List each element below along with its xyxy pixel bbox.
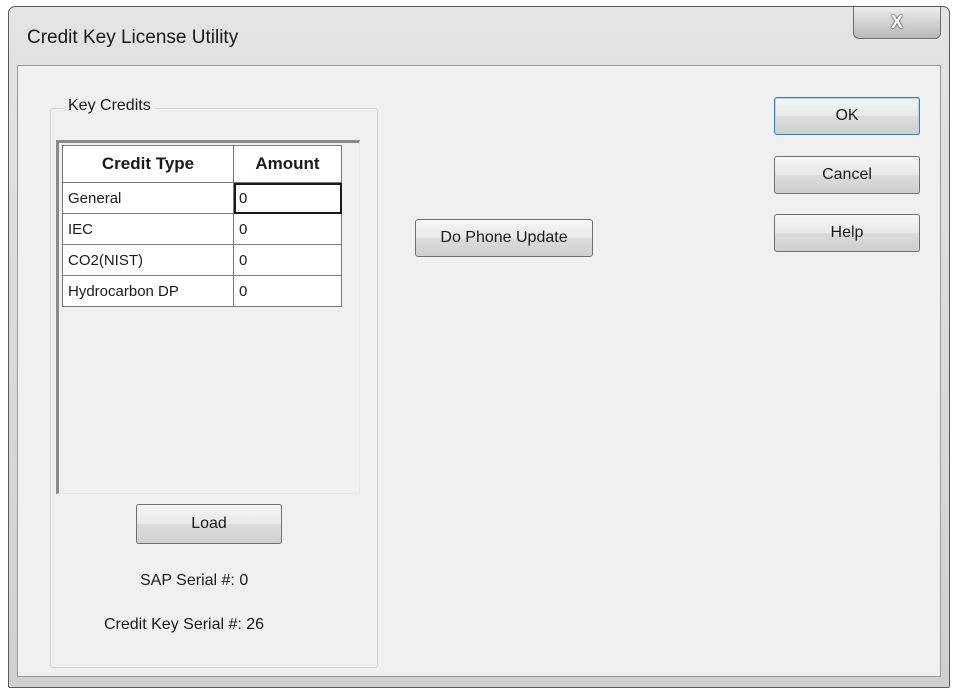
amount-cell[interactable]: 0 (233, 244, 342, 276)
table-row: General 0 (62, 182, 342, 214)
cancel-button[interactable]: Cancel (774, 156, 920, 194)
table-row: Hydrocarbon DP 0 (62, 275, 342, 307)
table-header-row: Credit Type Amount (62, 145, 342, 183)
key-credits-label: Key Credits (64, 97, 155, 115)
dialog-window: Credit Key License Utility X Key Credits… (8, 6, 950, 688)
credit-type-cell: Hydrocarbon DP (62, 275, 234, 307)
credit-type-cell: General (62, 182, 234, 214)
title-bar[interactable]: Credit Key License Utility X (9, 7, 949, 65)
column-header-amount[interactable]: Amount (233, 145, 342, 183)
credit-key-serial-text: Credit Key Serial #: 26 (104, 616, 265, 633)
credits-list-frame[interactable]: Credit Type Amount General 0 IEC 0 CO2(N… (56, 140, 360, 494)
amount-cell[interactable]: 0 (233, 213, 342, 245)
ok-button[interactable]: OK (774, 97, 920, 135)
table-row: IEC 0 (62, 213, 342, 245)
close-icon: X (890, 12, 903, 32)
amount-cell[interactable]: 0 (233, 182, 342, 214)
table-row: CO2(NIST) 0 (62, 244, 342, 276)
credit-type-cell: IEC (62, 213, 234, 245)
help-button[interactable]: Help (774, 214, 920, 252)
window-title: Credit Key License Utility (27, 27, 239, 48)
amount-cell[interactable]: 0 (233, 275, 342, 307)
dialog-client-area: Key Credits Credit Type Amount General 0… (17, 65, 941, 677)
credit-type-cell: CO2(NIST) (62, 244, 234, 276)
do-phone-update-button[interactable]: Do Phone Update (415, 219, 593, 257)
sap-serial-text: SAP Serial #: 0 (140, 572, 249, 589)
credits-table: Credit Type Amount General 0 IEC 0 CO2(N… (62, 145, 342, 307)
close-button[interactable]: X (853, 7, 941, 39)
load-button[interactable]: Load (136, 504, 282, 544)
column-header-credit-type[interactable]: Credit Type (62, 145, 234, 183)
